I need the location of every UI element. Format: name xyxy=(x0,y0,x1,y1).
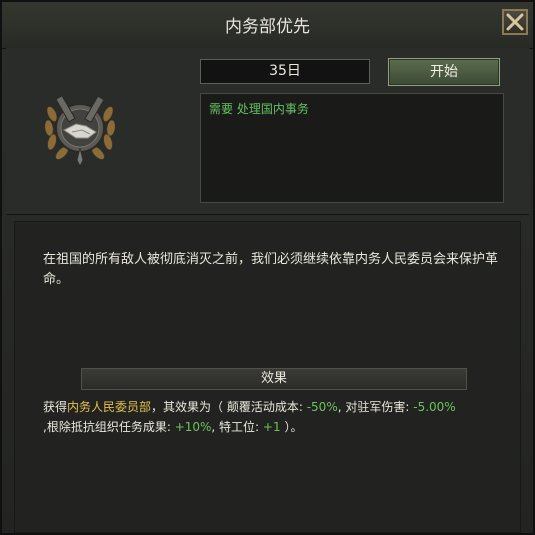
requirement-text: 需要 处理国内事务 xyxy=(209,102,309,116)
effect-value-garrison-damage: -5.00% xyxy=(413,400,456,414)
effects-description: 获得内务人民委员部，其效果为（ 颠覆活动成本: -50%, 对驻军伤害: -5.… xyxy=(43,397,513,437)
effects-text-2: , 对驻军伤害: xyxy=(337,400,414,414)
duration-display: 35日 xyxy=(200,59,370,84)
start-button[interactable]: 开始 xyxy=(388,58,500,86)
close-icon xyxy=(506,13,524,31)
effects-text-4: , 特工位: xyxy=(211,420,263,434)
window-title: 内务部优先 xyxy=(225,17,310,37)
advisor-name[interactable]: 内务人民委员部 xyxy=(67,400,151,414)
decision-description: 在祖国的所有敌人被彻底消灭之前，我们必须继续依靠内务人民委员会来保护革命。 xyxy=(43,252,499,287)
effect-value-subversion-cost: -50% xyxy=(306,400,338,414)
effect-value-root-out-resistance: +10% xyxy=(174,420,212,434)
title-bar: 内务部优先 xyxy=(2,2,533,49)
requirements-box: 需要 处理国内事务 xyxy=(200,93,504,203)
effect-value-operative-slots: +1 xyxy=(262,420,281,434)
handshake-laurel-emblem-icon xyxy=(42,88,118,168)
effects-text-1: ，其效果为（ 颠覆活动成本: xyxy=(151,400,307,414)
decision-window: 内务部优先 35日 开始 需要 处理国内事务 在祖国的所有敌人被彻底消灭之前，我… xyxy=(0,0,535,535)
effects-suffix: ）。 xyxy=(280,420,303,434)
close-button[interactable] xyxy=(502,9,528,35)
effects-prefix: 获得 xyxy=(43,400,68,414)
effects-header: 效果 xyxy=(81,368,467,390)
description-panel: 在祖国的所有敌人被彻底消灭之前，我们必须继续依靠内务人民委员会来保护革命。 效果… xyxy=(14,221,521,533)
effects-text-3: ,根除抵抗组织任务成果: xyxy=(43,420,175,434)
